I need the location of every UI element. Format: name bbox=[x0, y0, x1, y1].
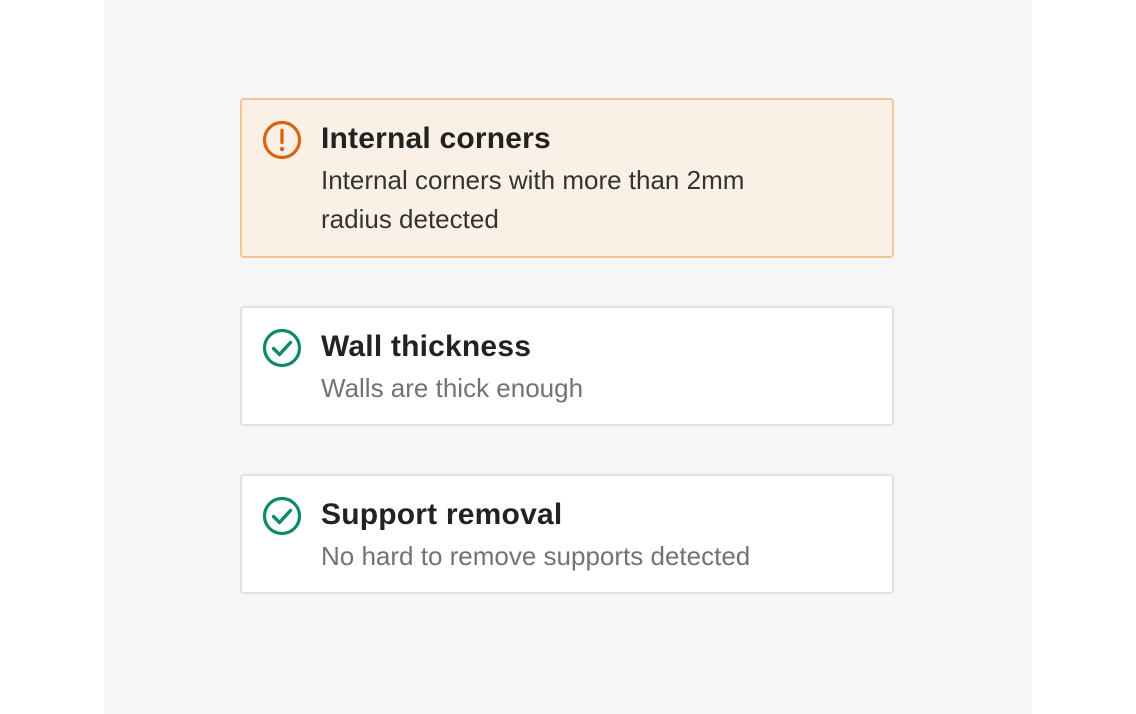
check-text: Internal corners Internal corners with m… bbox=[321, 119, 801, 239]
check-circle-icon bbox=[261, 327, 303, 369]
check-text: Support removal No hard to remove suppor… bbox=[321, 495, 750, 576]
check-description: Internal corners with more than 2mm radi… bbox=[321, 165, 745, 234]
design-checks-panel: Internal corners Internal corners with m… bbox=[104, 0, 1032, 714]
check-card-internal-corners: Internal corners Internal corners with m… bbox=[240, 98, 894, 258]
check-card-wall-thickness: Wall thickness Walls are thick enough bbox=[240, 306, 894, 426]
check-card-support-removal: Support removal No hard to remove suppor… bbox=[240, 474, 894, 594]
check-title: Internal corners bbox=[321, 122, 551, 155]
check-description: Walls are thick enough bbox=[321, 373, 584, 403]
check-title: Wall thickness bbox=[321, 330, 532, 363]
check-title: Support removal bbox=[321, 498, 563, 531]
exclamation-circle-icon bbox=[261, 119, 303, 161]
check-circle-icon bbox=[261, 495, 303, 537]
check-text: Wall thickness Walls are thick enough bbox=[321, 327, 583, 408]
check-description: No hard to remove supports detected bbox=[321, 541, 751, 571]
